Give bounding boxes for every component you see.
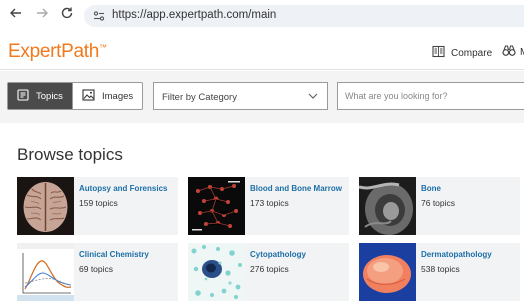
search-input[interactable] (337, 82, 524, 110)
card-title: Blood and Bone Marrow (250, 184, 342, 193)
card-title: Bone (421, 184, 441, 193)
tab-images[interactable]: Images (72, 83, 142, 109)
logo-trademark: ™ (99, 43, 107, 52)
topic-card-blood-bone-marrow[interactable]: Blood and Bone Marrow 173 topics (188, 177, 349, 235)
topic-card-bone[interactable]: Bone 76 topics (359, 177, 520, 235)
site-header: ExpertPath™ Compare M (0, 32, 524, 70)
binoculars-icon (502, 44, 516, 60)
tab-topics-label: Topics (36, 90, 63, 102)
bone-thumbnail (359, 177, 416, 235)
site-settings-icon[interactable] (92, 9, 106, 23)
topic-card-clinical-chemistry[interactable]: Clinical Chemistry 69 topics (17, 243, 178, 301)
card-count: 538 topics (421, 264, 460, 274)
topic-card-dermatopathology[interactable]: Dermatopathology 538 topics (359, 243, 520, 301)
image-icon (82, 88, 95, 104)
filter-toolbar: Topics Images Filter by Category (0, 71, 524, 123)
card-count: 276 topics (250, 264, 289, 274)
card-title: Dermatopathology (421, 250, 492, 259)
url-text: https://app.expertpath.com/main (112, 9, 277, 21)
tab-images-label: Images (102, 90, 134, 102)
card-count: 76 topics (421, 198, 456, 208)
browse-topics-heading: Browse topics (17, 145, 123, 164)
card-title: Clinical Chemistry (79, 250, 149, 259)
clinical-chemistry-thumbnail (17, 243, 74, 301)
more-button[interactable]: M (502, 44, 524, 60)
topic-card-autopsy[interactable]: Autopsy and Forensics 159 topics (17, 177, 178, 235)
dermatopathology-thumbnail (359, 243, 416, 301)
more-label: M (520, 47, 524, 58)
tab-topics[interactable]: Topics (8, 83, 72, 109)
chevron-down-icon (307, 90, 319, 105)
card-count: 173 topics (250, 198, 289, 208)
back-arrow-icon[interactable] (7, 6, 25, 24)
reload-icon[interactable] (58, 6, 76, 24)
cytopathology-thumbnail (188, 243, 245, 301)
blood-bone-marrow-thumbnail (188, 177, 245, 235)
compare-label: Compare (451, 47, 493, 59)
topic-card-cytopathology[interactable]: Cytopathology 276 topics (188, 243, 349, 301)
card-title: Autopsy and Forensics (79, 184, 168, 193)
card-count: 159 topics (79, 198, 118, 208)
forward-arrow-icon[interactable] (33, 6, 51, 24)
address-bar[interactable]: https://app.expertpath.com/main (84, 5, 524, 27)
category-filter-label: Filter by Category (162, 92, 237, 103)
compare-icon (432, 45, 445, 61)
browser-toolbar: https://app.expertpath.com/main (0, 0, 524, 32)
view-toggle: Topics Images (7, 82, 143, 110)
expertpath-logo[interactable]: ExpertPath™ (8, 41, 107, 63)
card-title: Cytopathology (250, 250, 306, 259)
category-filter-select[interactable]: Filter by Category (153, 82, 328, 110)
logo-text: ExpertPath (8, 41, 99, 62)
compare-button[interactable]: Compare (432, 45, 492, 61)
topics-icon (17, 88, 29, 104)
autopsy-thumbnail (17, 177, 74, 235)
card-count: 69 topics (79, 264, 114, 274)
